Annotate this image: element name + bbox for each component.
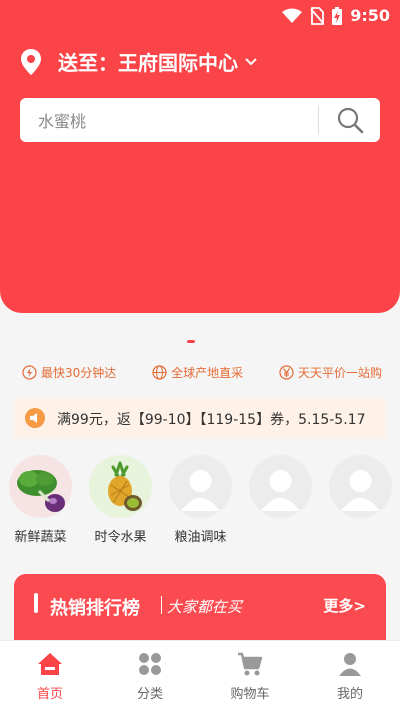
globe-icon bbox=[152, 365, 167, 380]
bottom-tab-bar: 首页 分类 购物车 我的 bbox=[0, 640, 400, 712]
hot-ranking-subtitle: 大家都在买 bbox=[167, 598, 243, 616]
search-icon[interactable] bbox=[336, 106, 364, 134]
tab-label: 我的 bbox=[336, 687, 363, 702]
tab-mine[interactable]: 我的 bbox=[300, 641, 400, 712]
location-name: 王府国际中心 bbox=[118, 51, 238, 75]
category-item-placeholder[interactable] bbox=[329, 455, 392, 545]
feature-label: 全球产地直采 bbox=[171, 366, 244, 380]
speaker-icon bbox=[25, 408, 45, 428]
category-item-fruits[interactable]: 时令水果 bbox=[89, 455, 152, 545]
avatar-placeholder-icon bbox=[329, 455, 392, 518]
more-link[interactable]: 更多> bbox=[323, 595, 366, 616]
yen-icon bbox=[279, 365, 294, 380]
feature-fast-delivery: 最快30分钟达 bbox=[22, 364, 116, 381]
search-divider bbox=[318, 105, 319, 135]
status-bar: 9:50 bbox=[0, 0, 400, 32]
avatar-placeholder-icon bbox=[249, 455, 312, 518]
chevron-down-icon bbox=[245, 57, 257, 65]
status-time: 9:50 bbox=[350, 6, 390, 25]
feature-global-sourcing: 全球产地直采 bbox=[152, 364, 243, 381]
section-accent-bar bbox=[34, 593, 38, 613]
search-input[interactable] bbox=[36, 98, 320, 144]
tab-label: 首页 bbox=[36, 687, 63, 702]
feature-daily-low-price: 天天平价一站购 bbox=[279, 364, 382, 381]
feature-label: 天天平价一站购 bbox=[297, 366, 382, 380]
category-label: 新鲜蔬菜 bbox=[14, 530, 67, 545]
feature-label: 最快30分钟达 bbox=[41, 366, 117, 380]
tab-label: 购物车 bbox=[230, 687, 270, 702]
delivery-location[interactable]: 送至： 王府国际中心 bbox=[20, 47, 258, 76]
avatar-placeholder-icon bbox=[169, 455, 232, 518]
search-bar bbox=[20, 98, 380, 144]
user-icon bbox=[339, 653, 361, 676]
promo-notice-text: 满99元，返【99-10】【119-15】券，5.15-5.17 bbox=[57, 412, 366, 428]
category-label: 时令水果 bbox=[94, 530, 147, 545]
title-divider bbox=[161, 596, 162, 614]
location-pin-icon bbox=[21, 48, 41, 75]
category-icon bbox=[139, 653, 161, 675]
tab-category[interactable]: 分类 bbox=[100, 641, 200, 712]
no-sim-icon bbox=[310, 6, 325, 25]
category-list: 新鲜蔬菜 时令水果 粮油调味 bbox=[9, 455, 400, 545]
battery-charging-icon bbox=[332, 6, 343, 25]
cart-icon bbox=[238, 652, 263, 676]
home-icon bbox=[38, 653, 62, 675]
feature-highlights: 最快30分钟达 全球产地直采 天天平价一站购 bbox=[22, 364, 382, 381]
wifi-icon bbox=[282, 8, 303, 23]
promo-notice-bar[interactable]: 满99元，返【99-10】【119-15】券，5.15-5.17 bbox=[13, 397, 387, 439]
banner-page-indicator bbox=[187, 340, 195, 343]
vegetables-image bbox=[9, 455, 72, 518]
deliver-to-prefix: 送至： bbox=[58, 51, 118, 75]
hot-ranking-section: 热销排行榜 大家都在买 更多> bbox=[14, 574, 386, 640]
category-label: 粮油调味 bbox=[174, 530, 227, 545]
tab-cart[interactable]: 购物车 bbox=[200, 641, 300, 712]
category-item-grain-oil[interactable]: 粮油调味 bbox=[169, 455, 232, 545]
hot-ranking-title: 热销排行榜 bbox=[50, 598, 140, 619]
category-item-placeholder[interactable] bbox=[249, 455, 312, 545]
tab-home[interactable]: 首页 bbox=[0, 641, 100, 712]
fruits-image bbox=[89, 455, 152, 518]
category-item-vegetables[interactable]: 新鲜蔬菜 bbox=[9, 455, 72, 545]
lightning-icon bbox=[22, 365, 37, 380]
tab-label: 分类 bbox=[136, 687, 163, 702]
